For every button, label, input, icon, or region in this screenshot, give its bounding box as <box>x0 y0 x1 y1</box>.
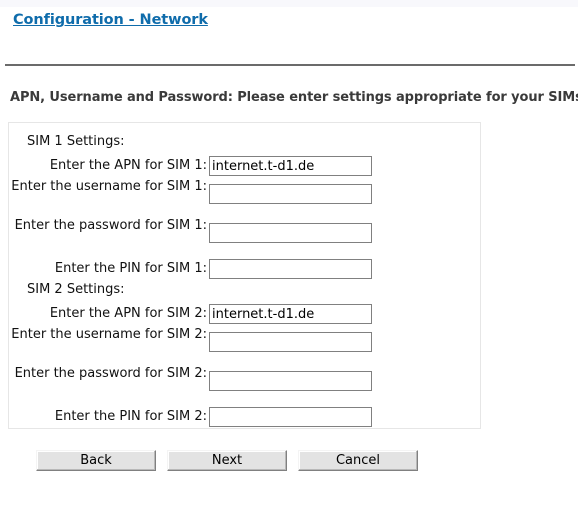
instruction-text: APN, Username and Password: Please enter… <box>10 90 578 105</box>
sim1-pin-row: Enter the PIN for SIM 1: <box>9 259 480 281</box>
sim1-apn-label: Enter the APN for SIM 1: <box>49 158 207 173</box>
sim2-apn-label: Enter the APN for SIM 2: <box>49 306 207 321</box>
sim1-apn-row: Enter the APN for SIM 1: <box>9 156 480 178</box>
sim1-apn-input[interactable] <box>209 156 372 176</box>
sim1-username-label: Enter the username for SIM 1: <box>11 179 207 194</box>
sim1-password-label: Enter the password for SIM 1: <box>14 218 207 233</box>
back-button[interactable]: Back <box>36 450 156 471</box>
sim1-username-row: Enter the username for SIM 1: <box>9 179 480 206</box>
sim1-password-row: Enter the password for SIM 1: <box>9 218 480 245</box>
page-title-link[interactable]: Configuration - Network <box>13 12 208 28</box>
sim2-group-label: SIM 2 Settings: <box>27 282 125 297</box>
sim2-pin-row: Enter the PIN for SIM 2: <box>9 407 480 429</box>
sim2-username-row: Enter the username for SIM 2: <box>9 327 480 354</box>
sim1-password-input[interactable] <box>209 223 372 243</box>
cancel-button[interactable]: Cancel <box>298 450 418 471</box>
sim2-pin-label: Enter the PIN for SIM 2: <box>54 409 207 424</box>
header-divider <box>5 64 575 66</box>
next-button[interactable]: Next <box>167 450 287 471</box>
sim1-pin-label: Enter the PIN for SIM 1: <box>54 261 207 276</box>
sim2-password-input[interactable] <box>209 371 372 391</box>
sim2-apn-row: Enter the APN for SIM 2: <box>9 304 480 326</box>
sim2-username-label: Enter the username for SIM 2: <box>11 327 207 342</box>
configuration-network-page: Configuration - Network APN, Username an… <box>0 0 578 506</box>
sim2-pin-input[interactable] <box>209 407 372 427</box>
sim1-username-input[interactable] <box>209 184 372 204</box>
form-actions: Back Next Cancel <box>36 450 456 472</box>
sim1-pin-input[interactable] <box>209 259 372 279</box>
sim-settings-panel: SIM 1 Settings: Enter the APN for SIM 1:… <box>8 122 481 429</box>
sim2-apn-input[interactable] <box>209 304 372 324</box>
sim2-username-input[interactable] <box>209 332 372 352</box>
sim1-group-label: SIM 1 Settings: <box>27 134 125 149</box>
sim2-password-label: Enter the password for SIM 2: <box>14 366 207 381</box>
sim2-password-row: Enter the password for SIM 2: <box>9 366 480 393</box>
